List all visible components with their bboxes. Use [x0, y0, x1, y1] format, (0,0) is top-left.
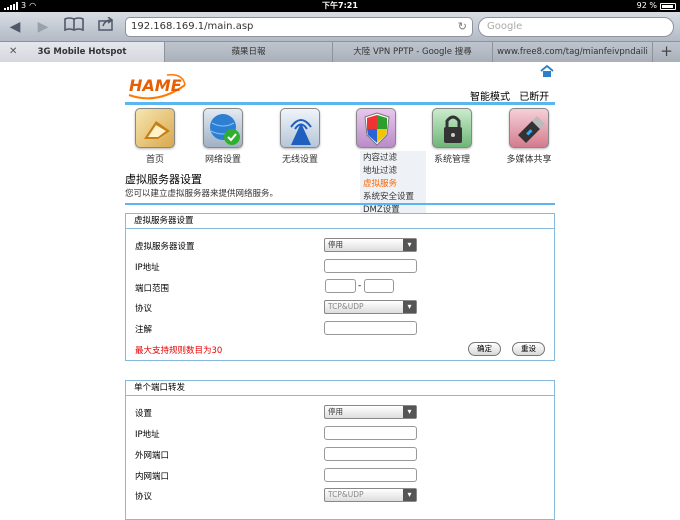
note-input[interactable]	[324, 321, 417, 335]
protocol-label: 协议	[135, 304, 153, 314]
tab-apple-daily[interactable]: 蘋果日報	[165, 42, 333, 62]
virtual-server-panel: 虚拟服务器设置 虚拟服务器设置 停用 IP地址 端口范围 - 协议 TCP&UD…	[125, 213, 555, 361]
nav-home[interactable]: 首页	[123, 106, 187, 166]
nav-wireless[interactable]: 无线设置	[268, 106, 332, 166]
tab-google-search[interactable]: 大陸 VPN PPTP - Google 搜尋	[333, 42, 493, 62]
external-port-input[interactable]	[324, 447, 417, 461]
tab-3g-mobile-hotspot[interactable]: ✕ 3G Mobile Hotspot	[0, 42, 165, 62]
port-range-dash: -	[358, 281, 362, 291]
lock-icon	[432, 108, 472, 148]
note-label: 注解	[135, 325, 153, 335]
protocol-select[interactable]: TCP&UDP	[324, 300, 417, 314]
battery-icon	[660, 2, 676, 10]
share-icon[interactable]	[95, 16, 117, 37]
server-label: 虚拟服务器设置	[135, 242, 195, 252]
nav-media-label: 多媒体共享	[506, 155, 552, 165]
nav-home-label: 首页	[145, 155, 164, 165]
ip-input[interactable]	[324, 259, 417, 273]
reset-button[interactable]: 重设	[512, 342, 545, 356]
nav-system-label: 系统管理	[433, 155, 470, 165]
ip-label: IP地址	[135, 263, 160, 273]
search-input[interactable]: Google	[478, 17, 674, 37]
globe-icon	[203, 108, 243, 148]
setting-label: 设置	[135, 409, 153, 419]
panel-heading: 单个端口转发	[126, 381, 554, 396]
page-title: 虚拟服务器设置	[125, 173, 202, 186]
single-port-panel: 单个端口转发 设置 停用 IP地址 外网端口 内网端口 协议 TCP&UDP	[125, 380, 555, 520]
submenu-address-filter[interactable]: 地址过滤	[363, 165, 423, 178]
title-divider	[125, 203, 555, 205]
nav-media[interactable]: 多媒体共享	[497, 106, 561, 166]
new-tab-button[interactable]: +	[653, 42, 680, 62]
usb-icon	[509, 108, 549, 148]
max-rules-warning: 最大支持规则数目为30	[135, 346, 223, 356]
protocol-select[interactable]: TCP&UDP	[324, 488, 417, 502]
submenu-virtual-server[interactable]: 虚拟服务	[363, 178, 423, 191]
security-submenu: 内容过滤 地址过滤 虚拟服务 系统安全设置 DMZ设置	[360, 151, 426, 219]
wireless-icon	[280, 108, 320, 148]
reload-icon[interactable]: ↻	[458, 18, 467, 36]
connection-status: 智能模式 已断开	[470, 88, 549, 103]
back-icon[interactable]: ◀	[4, 17, 26, 37]
ok-button[interactable]: 确定	[468, 342, 501, 356]
internal-port-label: 内网端口	[135, 472, 170, 482]
port-start-input[interactable]	[325, 279, 356, 293]
address-bar[interactable]: 192.168.169.1/main.asp ↻	[125, 17, 473, 37]
svg-text:HAME: HAME	[129, 76, 182, 95]
panel-heading: 虚拟服务器设置	[126, 214, 554, 229]
tab-label: 3G Mobile Hotspot	[37, 47, 127, 57]
home-nav-icon	[135, 108, 175, 148]
nav-wireless-label: 无线设置	[281, 155, 318, 165]
main-nav: 首页 网络设置 无线设置 系统管理 多媒体共享	[125, 106, 560, 166]
forward-icon[interactable]: ▶	[32, 17, 54, 37]
ip-input[interactable]	[324, 426, 417, 440]
tab-label: 大陸 VPN PPTP - Google 搜尋	[353, 47, 472, 57]
clock: 下午7:21	[322, 1, 358, 10]
port-end-input[interactable]	[364, 279, 394, 293]
status-bar: 3 ◠ 下午7:21 92 %	[0, 0, 680, 12]
ip-label: IP地址	[135, 430, 160, 440]
setting-select[interactable]: 停用	[324, 405, 417, 419]
nav-network[interactable]: 网络设置	[191, 106, 255, 166]
nav-system[interactable]: 系统管理	[420, 106, 484, 166]
external-port-label: 外网端口	[135, 451, 170, 461]
internal-port-input[interactable]	[324, 468, 417, 482]
close-icon[interactable]: ✕	[9, 42, 17, 62]
page-description: 您可以建立虚拟服务器来提供网络服务。	[125, 189, 279, 199]
hame-logo: HAME	[128, 73, 186, 100]
home-icon[interactable]	[540, 65, 554, 77]
browser-toolbar: ◀ ▶ 192.168.169.1/main.asp ↻ Google	[0, 12, 680, 42]
nav-network-label: 网络设置	[204, 155, 241, 165]
protocol-label: 协议	[135, 492, 153, 502]
submenu-content-filter[interactable]: 内容过滤	[363, 152, 423, 165]
header-divider	[125, 102, 555, 105]
web-page: HAME 智能模式 已断开 首页 网络设置 无线设置 系统管理 多媒体共享 内容…	[0, 63, 680, 520]
bookmarks-icon[interactable]	[63, 17, 85, 37]
shield-icon	[356, 108, 396, 148]
tab-free8[interactable]: www.free8.com/tag/mianfeivpndaili	[493, 42, 653, 62]
battery-percent: 92 %	[636, 1, 657, 10]
url-text: 192.168.169.1/main.asp	[131, 21, 254, 32]
tab-label: 蘋果日報	[231, 47, 266, 57]
server-enable-select[interactable]: 停用	[324, 238, 417, 252]
tab-bar: ✕ 3G Mobile Hotspot 蘋果日報 大陸 VPN PPTP - G…	[0, 42, 680, 62]
port-range-label: 端口范围	[135, 284, 170, 294]
tab-label: www.free8.com/tag/mianfeivpndaili	[497, 47, 648, 57]
